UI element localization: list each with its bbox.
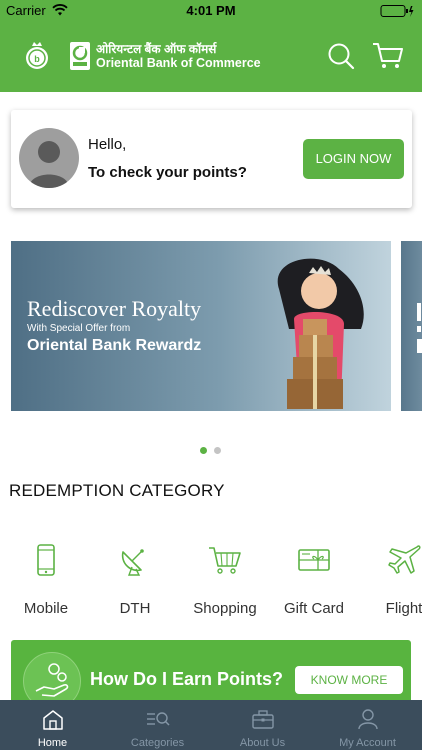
promo-banner[interactable]: Rediscover Royalty With Special Offer fr… <box>11 241 391 411</box>
coins-hand-icon <box>23 652 81 700</box>
clock: 4:01 PM <box>186 3 236 18</box>
avatar <box>19 128 79 188</box>
category-flight[interactable]: Flight <box>359 540 422 620</box>
category-mobile[interactable]: Mobile <box>1 540 91 620</box>
tab-about-us[interactable]: About Us <box>210 700 315 750</box>
user-icon <box>358 709 378 730</box>
bank-logo-icon <box>70 42 90 70</box>
category-gift-card[interactable]: Gift Card <box>269 540 359 620</box>
tab-my-account[interactable]: My Account <box>315 700 420 750</box>
tab-label: My Account <box>339 737 396 749</box>
category-dth[interactable]: DTH <box>90 540 180 620</box>
tab-categories[interactable]: Categories <box>105 700 210 750</box>
earn-points-banner[interactable]: How Do I Earn Points? KNOW MORE <box>11 640 411 700</box>
airplane-icon <box>388 545 421 574</box>
category-label: Gift Card <box>283 600 344 617</box>
brand-name: Oriental Bank of Commerce <box>96 56 261 70</box>
mobile-icon <box>37 544 55 576</box>
carousel-pagination <box>196 447 226 455</box>
login-button[interactable]: LOGIN NOW <box>303 139 404 179</box>
gift-card-icon <box>298 549 330 571</box>
satellite-dish-icon <box>121 549 144 576</box>
categories-search-icon <box>147 712 170 726</box>
shopping-cart-icon <box>209 547 241 574</box>
know-more-button[interactable]: KNOW MORE <box>295 666 403 694</box>
svg-text:b: b <box>34 54 40 64</box>
girl-with-gifts-image <box>277 258 364 409</box>
earn-points-title: How Do I Earn Points? <box>90 669 284 689</box>
search-icon[interactable] <box>327 42 355 70</box>
tab-home[interactable]: Home <box>0 700 105 750</box>
category-shopping[interactable]: Shopping <box>180 540 270 620</box>
greeting-text: Hello, <box>88 136 127 153</box>
bottom-tab-bar: Home Categories About Us My Account <box>0 700 422 750</box>
status-bar: Carrier 4:01 PM <box>0 0 422 22</box>
rewards-emblem-icon[interactable]: b <box>22 40 52 74</box>
battery-icon <box>380 5 414 17</box>
section-title: REDEMPTION CATEGORY <box>9 481 225 500</box>
category-label: DTH <box>119 600 151 617</box>
tab-label: About Us <box>239 737 286 749</box>
tab-label: Categories <box>130 737 185 749</box>
banner-subtitle: With Special Offer from <box>27 323 131 334</box>
next-banner-preview[interactable] <box>401 241 422 411</box>
cart-icon[interactable] <box>372 42 404 70</box>
category-label: Shopping <box>193 600 257 617</box>
category-label: Flight <box>385 600 422 617</box>
banner-brand: Oriental Bank Rewardz <box>27 337 202 354</box>
pagination-dot[interactable] <box>214 447 221 454</box>
brand-name-hindi: ओरियन्टल बैंक ऑफ कॉमर्स <box>96 42 217 56</box>
category-label: Mobile <box>23 600 69 617</box>
banner-title: Rediscover Royalty <box>27 296 202 321</box>
login-card: Hello, To check your points? LOGIN NOW <box>11 110 412 208</box>
app-header: b ओरियन्टल बैंक ऑफ कॉमर्स Oriental Bank … <box>0 22 422 92</box>
home-icon <box>43 710 63 730</box>
tab-label: Home <box>37 737 68 749</box>
login-prompt: To check your points? <box>88 164 247 181</box>
pagination-dot-active[interactable] <box>200 447 207 454</box>
briefcase-icon <box>252 710 274 729</box>
